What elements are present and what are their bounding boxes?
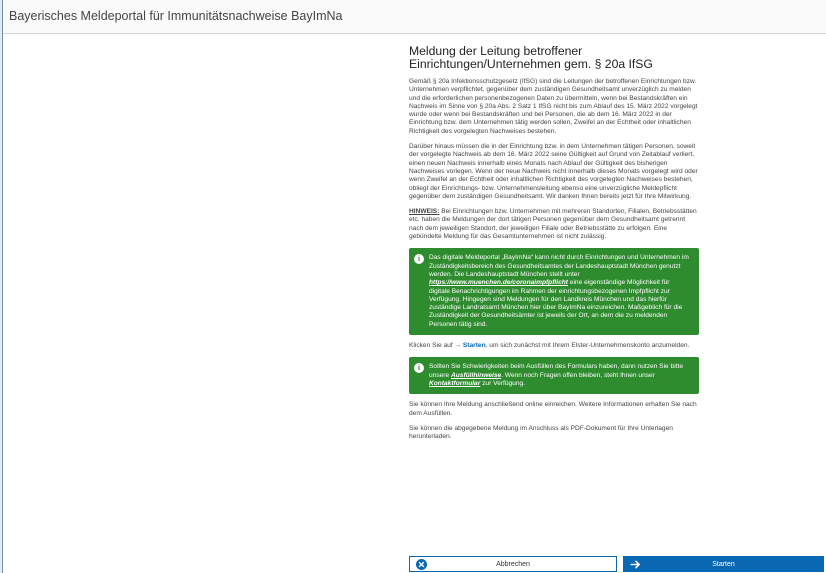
cancel-button[interactable]: Abbrechen	[409, 556, 617, 572]
start-button[interactable]: Starten	[623, 556, 824, 572]
munich-notice-text-a: Das digitale Meldeportal „BayImNa“ kann …	[429, 254, 689, 278]
submit-info-paragraph: Sie können Ihre Meldung anschließend onl…	[409, 401, 697, 417]
hint-label: HINWEIS:	[409, 208, 440, 216]
start-button-label: Starten	[712, 561, 735, 568]
pdf-info-paragraph: Sie können die abgegebene Meldung im Ans…	[409, 424, 673, 441]
start-instruction-text-b: , um sich zunächst mit Ihrem Elster-Unte…	[485, 342, 690, 350]
help-notice-text-c: zur Verfügung.	[480, 379, 526, 387]
close-circle-icon	[416, 559, 427, 570]
contact-form-link[interactable]: Kontaktformular	[429, 380, 480, 387]
munich-notice-text-b: eine eigenständige Möglichkeit für digit…	[429, 279, 683, 328]
title-bar: Bayerisches Meldeportal für Immunitätsna…	[3, 0, 826, 34]
help-notice: i Sollten Sie Schwierigkeiten beim Ausfü…	[409, 357, 699, 395]
hint-text: Bei Einrichtungen bzw. Unternehmen mit m…	[409, 208, 697, 241]
hint-paragraph: HINWEIS: Bei Einrichtungen bzw. Unterneh…	[409, 208, 699, 241]
intro-paragraph-2: Darüber hinaus müssen die in der Einrich…	[409, 143, 698, 200]
start-instruction: Klicken Sie auf → Starten, um sich zunäc…	[409, 342, 699, 350]
help-notice-text-b: . Wenn noch Fragen offen bleiben, steht …	[501, 371, 655, 379]
munich-link[interactable]: https://www.muenchen.de/coronaimpfpflich…	[429, 279, 568, 286]
main-content: Meldung der Leitung betroffener Einricht…	[409, 45, 699, 448]
guidelines-link[interactable]: Ausfüllhinweise	[451, 372, 501, 379]
munich-notice: i Das digitale Meldeportal „BayImNa“ kan…	[409, 248, 699, 336]
start-instruction-text-a: Klicken Sie auf	[409, 342, 455, 350]
window-title: Bayerisches Meldeportal für Immunitätsna…	[9, 9, 343, 23]
info-icon: i	[414, 254, 424, 265]
cancel-button-label: Abbrechen	[496, 561, 530, 568]
arrow-right-icon	[630, 560, 640, 569]
intro-paragraph-1: Gemäß § 20a Infektionsschutzgesetz (IfSG…	[409, 78, 698, 135]
start-reference: → Starten	[454, 342, 486, 350]
info-icon: i	[414, 363, 424, 374]
page-title: Meldung der Leitung betroffener Einricht…	[409, 44, 653, 71]
